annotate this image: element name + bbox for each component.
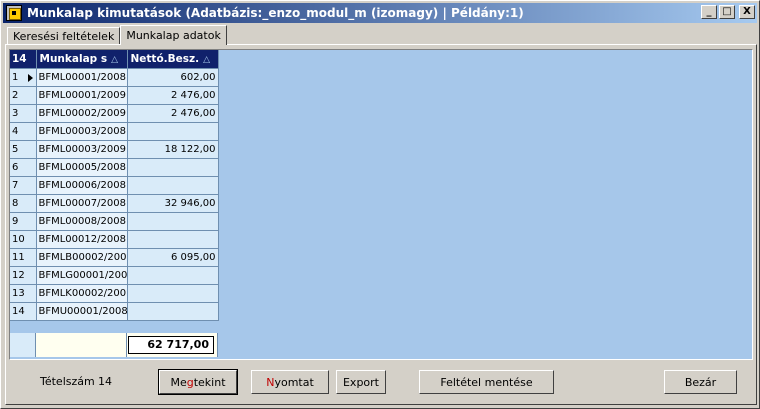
table-row[interactable]: 2 BFML00001/2009 2 476,00 — [10, 86, 219, 105]
column-header-net-purchase-label: Nettó.Besz. — [130, 52, 200, 65]
worksheet-code-cell[interactable]: BFMLG00001/200 — [36, 266, 128, 285]
worksheet-code-cell[interactable]: BFML00003/2009 — [36, 140, 128, 159]
worksheet-code-cell[interactable]: BFML00001/2008 — [36, 68, 128, 87]
tab-strip: Keresési feltételek Munkalap adatok — [7, 25, 227, 45]
export-button[interactable]: Export — [336, 370, 386, 394]
totals-row: 62 717,00 — [10, 333, 218, 357]
table-row[interactable]: 12 BFMLG00001/200 — [10, 266, 219, 285]
maximize-button[interactable]: □ — [719, 5, 735, 19]
row-number[interactable]: 1 — [10, 68, 37, 87]
worksheet-code-cell[interactable]: BFML00002/2009 — [36, 104, 128, 123]
window-controls: _ □ X — [701, 5, 755, 19]
row-number[interactable]: 13 — [10, 284, 37, 303]
total-net-purchase: 62 717,00 — [128, 336, 214, 354]
item-count-label: Tételszám — [40, 375, 95, 388]
column-header-worksheet[interactable]: Munkalap s △ — [36, 50, 128, 69]
worksheet-code-cell[interactable]: BFMLK00002/200 — [36, 284, 128, 303]
main-window: Munkalap kimutatások (Adatbázis:_enzo_mo… — [0, 0, 760, 409]
sort-icon: △ — [203, 54, 211, 65]
table-header-row: 14 Munkalap s △ Nettó.Besz. △ — [10, 50, 219, 69]
net-purchase-cell[interactable] — [127, 176, 219, 195]
tab-search-criteria[interactable]: Keresési feltételek — [7, 27, 121, 45]
row-number[interactable]: 2 — [10, 86, 37, 105]
net-purchase-cell[interactable]: 2 476,00 — [127, 86, 219, 105]
row-number[interactable]: 5 — [10, 140, 37, 159]
net-purchase-cell[interactable]: 6 095,00 — [127, 248, 219, 267]
table-row[interactable]: 3 BFML00002/2009 2 476,00 — [10, 104, 219, 123]
row-number[interactable]: 4 — [10, 122, 37, 141]
table-row[interactable]: 13 BFMLK00002/200 — [10, 284, 219, 303]
worksheet-code-cell[interactable]: BFML00003/2008 — [36, 122, 128, 141]
table-row[interactable]: 14 BFMU00001/2008 — [10, 302, 219, 321]
net-purchase-cell[interactable] — [127, 230, 219, 249]
net-purchase-cell[interactable] — [127, 158, 219, 177]
worksheet-code-cell[interactable]: BFML00006/2008 — [36, 176, 128, 195]
close-button[interactable]: Bezár — [664, 370, 737, 394]
totals-row-value: 62 717,00 — [127, 333, 218, 357]
tab-panel: 14 Munkalap s △ Nettó.Besz. △ 1 BFML00001/2… — [5, 44, 757, 405]
table-row[interactable]: 1 BFML00001/2008 602,00 — [10, 68, 219, 87]
worksheet-table: 14 Munkalap s △ Nettó.Besz. △ 1 BFML00001/2… — [10, 50, 219, 321]
row-number[interactable]: 8 — [10, 194, 37, 213]
table-row[interactable]: 7 BFML00006/2008 — [10, 176, 219, 195]
row-count-header[interactable]: 14 — [10, 50, 37, 69]
bottom-bar: Tételszám 14 Me g tekint Nyomtat Export Fe… — [6, 363, 756, 403]
table-row[interactable]: 4 BFML00003/2008 — [10, 122, 219, 141]
current-row-arrow-icon — [28, 73, 33, 82]
worksheet-code-cell[interactable]: BFML00007/2008 — [36, 194, 128, 213]
row-number[interactable]: 10 — [10, 230, 37, 249]
net-purchase-cell[interactable] — [127, 212, 219, 231]
minimize-button[interactable]: _ — [701, 5, 717, 19]
window-title: Munkalap kimutatások (Adatbázis:_enzo_mo… — [27, 6, 524, 20]
table-row[interactable]: 11 BFMLB00002/200 6 095,00 — [10, 248, 219, 267]
item-count-value: 14 — [98, 375, 112, 388]
net-purchase-cell[interactable] — [127, 284, 219, 303]
table-body: 1 BFML00001/2008 602,00 2 BFML00001/2009 2 47… — [10, 68, 219, 321]
row-number[interactable]: 6 — [10, 158, 37, 177]
totals-row-number — [10, 333, 36, 357]
tab-worksheet-data[interactable]: Munkalap adatok — [120, 25, 227, 45]
totals-row-code — [36, 333, 127, 357]
save-filter-button[interactable]: Feltétel mentése — [419, 370, 554, 394]
net-purchase-cell[interactable] — [127, 302, 219, 321]
table-row[interactable]: 6 BFML00005/2008 — [10, 158, 219, 177]
row-number[interactable]: 3 — [10, 104, 37, 123]
column-header-worksheet-label: Munkalap s — [39, 52, 108, 65]
row-number[interactable]: 12 — [10, 266, 37, 285]
net-purchase-cell[interactable]: 602,00 — [127, 68, 219, 87]
net-purchase-cell[interactable]: 18 122,00 — [127, 140, 219, 159]
worksheet-code-cell[interactable]: BFML00001/2009 — [36, 86, 128, 105]
net-purchase-cell[interactable] — [127, 266, 219, 285]
column-header-net-purchase[interactable]: Nettó.Besz. △ — [127, 50, 219, 69]
net-purchase-cell[interactable]: 2 476,00 — [127, 104, 219, 123]
data-grid[interactable]: 14 Munkalap s △ Nettó.Besz. △ 1 BFML00001/2… — [9, 49, 753, 360]
net-purchase-cell[interactable]: 32 946,00 — [127, 194, 219, 213]
worksheet-code-cell[interactable]: BFML00008/2008 — [36, 212, 128, 231]
print-button[interactable]: Nyomtat — [251, 370, 329, 394]
worksheet-code-cell[interactable]: BFMU00001/2008 — [36, 302, 128, 321]
row-number[interactable]: 11 — [10, 248, 37, 267]
row-number[interactable]: 9 — [10, 212, 37, 231]
close-window-button[interactable]: X — [739, 5, 755, 19]
net-purchase-cell[interactable] — [127, 122, 219, 141]
sort-icon: △ — [111, 54, 118, 65]
table-row[interactable]: 9 BFML00008/2008 — [10, 212, 219, 231]
row-number[interactable]: 7 — [10, 176, 37, 195]
app-icon — [6, 5, 22, 21]
table-row[interactable]: 8 BFML00007/2008 32 946,00 — [10, 194, 219, 213]
title-bar[interactable]: Munkalap kimutatások (Adatbázis:_enzo_mo… — [3, 3, 757, 23]
worksheet-code-cell[interactable]: BFML00012/2008 — [36, 230, 128, 249]
table-row[interactable]: 5 BFML00003/2009 18 122,00 — [10, 140, 219, 159]
table-row[interactable]: 10 BFML00012/2008 — [10, 230, 219, 249]
row-number[interactable]: 14 — [10, 302, 37, 321]
worksheet-code-cell[interactable]: BFML00005/2008 — [36, 158, 128, 177]
view-button[interactable]: Me g tekint — [158, 369, 238, 395]
worksheet-code-cell[interactable]: BFMLB00002/200 — [36, 248, 128, 267]
